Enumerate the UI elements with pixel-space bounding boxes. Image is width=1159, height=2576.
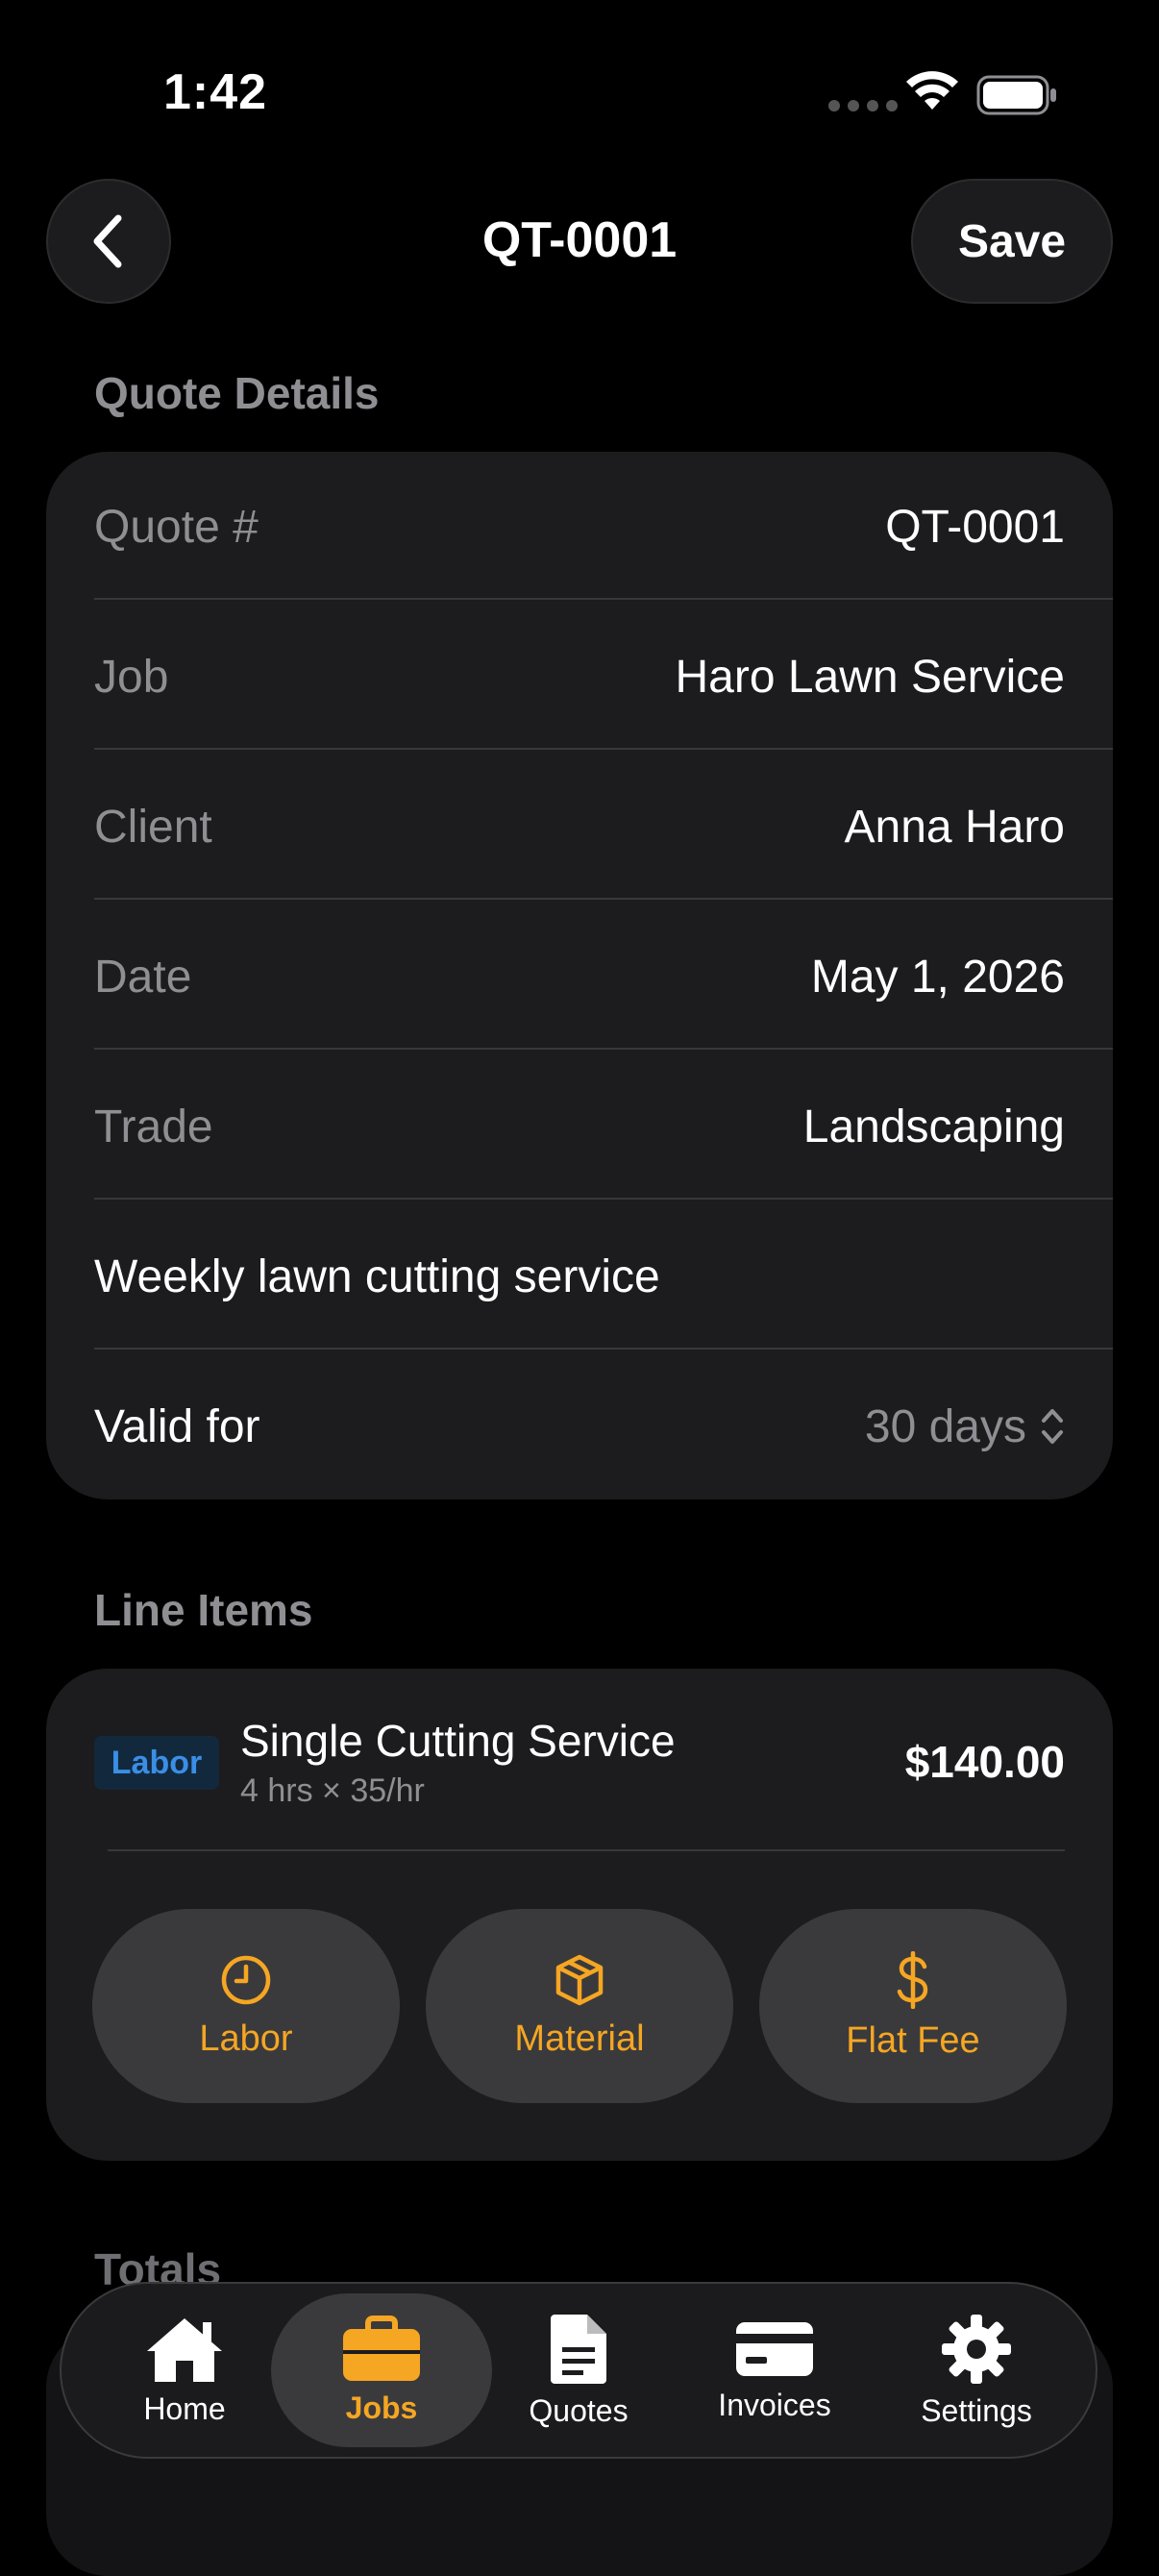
line-item[interactable]: Labor Single Cutting Service 4 hrs × 35/… — [94, 1707, 1065, 1813]
tab-jobs[interactable]: Jobs — [271, 2293, 492, 2447]
divider — [94, 1348, 1113, 1350]
tab-invoices[interactable]: Invoices — [678, 2293, 871, 2447]
tab-settings[interactable]: Settings — [880, 2293, 1073, 2447]
job-value: Haro Lawn Service — [675, 651, 1065, 703]
client-value: Anna Haro — [844, 801, 1065, 853]
divider — [94, 1198, 1113, 1200]
line-item-detail: 4 hrs × 35/hr — [240, 1772, 425, 1809]
line-items-card: Labor Single Cutting Service 4 hrs × 35/… — [46, 1669, 1113, 2161]
trade-value: Landscaping — [802, 1101, 1065, 1152]
status-bar: 1:42 — [0, 0, 1159, 183]
tab-bar: Home Jobs Quotes Invoices Settings — [60, 2282, 1097, 2459]
line-item-title: Single Cutting Service — [240, 1716, 676, 1766]
cellular-icon — [828, 100, 898, 111]
credit-card-icon — [736, 2321, 813, 2376]
quote-number-value: QT-0001 — [885, 501, 1065, 553]
trade-row[interactable]: Trade Landscaping — [94, 1052, 1065, 1201]
add-labor-button[interactable]: Labor — [92, 1909, 400, 2103]
client-label: Client — [94, 801, 212, 853]
tab-home[interactable]: Home — [88, 2293, 281, 2447]
navigation-bar: QT-0001 Save — [0, 179, 1159, 306]
trade-label: Trade — [94, 1101, 213, 1152]
save-button[interactable]: Save — [911, 179, 1113, 304]
home-icon — [147, 2317, 222, 2382]
job-row[interactable]: Job Haro Lawn Service — [94, 602, 1065, 752]
quote-details-header: Quote Details — [94, 368, 380, 418]
divider — [94, 748, 1113, 750]
quote-number-row: Quote # QT-0001 — [94, 452, 1065, 602]
tab-jobs-label: Jobs — [345, 2390, 418, 2425]
gear-icon — [942, 2314, 1011, 2384]
battery-icon — [976, 75, 1056, 115]
date-value: May 1, 2026 — [810, 951, 1065, 1003]
status-time: 1:42 — [163, 64, 268, 120]
add-material-label: Material — [514, 2018, 645, 2059]
wifi-icon — [906, 71, 958, 110]
description-text: Weekly lawn cutting service — [94, 1251, 660, 1302]
valid-for-picker[interactable]: 30 days — [865, 1400, 1065, 1453]
valid-for-row: Valid for 30 days — [94, 1351, 1065, 1501]
quote-number-label: Quote # — [94, 501, 259, 553]
dollar-icon — [897, 1950, 928, 2009]
add-flat-fee-button[interactable]: Flat Fee — [759, 1909, 1067, 2103]
valid-for-label: Valid for — [94, 1400, 260, 1452]
divider — [94, 598, 1113, 600]
divider — [108, 1849, 1065, 1851]
briefcase-icon — [343, 2315, 420, 2381]
valid-for-value: 30 days — [864, 1400, 1026, 1452]
date-label: Date — [94, 951, 192, 1003]
clock-icon — [221, 1955, 271, 2004]
add-material-button[interactable]: Material — [426, 1909, 733, 2103]
box-icon — [555, 1954, 604, 2005]
line-item-price: $140.00 — [904, 1737, 1065, 1787]
tab-home-label: Home — [143, 2390, 226, 2426]
quote-details-card: Quote # QT-0001 Job Haro Lawn Service Cl… — [46, 452, 1113, 1499]
divider — [94, 898, 1113, 900]
line-item-type-badge: Labor — [94, 1736, 219, 1790]
job-label: Job — [94, 651, 169, 703]
tab-quotes[interactable]: Quotes — [482, 2293, 675, 2447]
document-icon — [551, 2314, 606, 2384]
divider — [94, 1048, 1113, 1050]
tab-invoices-label: Invoices — [718, 2387, 831, 2422]
client-row[interactable]: Client Anna Haro — [94, 752, 1065, 902]
chevron-up-down-icon — [1042, 1409, 1063, 1444]
tab-quotes-label: Quotes — [529, 2392, 629, 2428]
date-row[interactable]: Date May 1, 2026 — [94, 902, 1065, 1052]
line-items-header: Line Items — [94, 1585, 313, 1635]
tab-settings-label: Settings — [921, 2392, 1032, 2428]
add-flat-fee-label: Flat Fee — [846, 2019, 980, 2061]
add-labor-label: Labor — [199, 2018, 293, 2059]
description-field[interactable]: Weekly lawn cutting service — [94, 1201, 1065, 1351]
